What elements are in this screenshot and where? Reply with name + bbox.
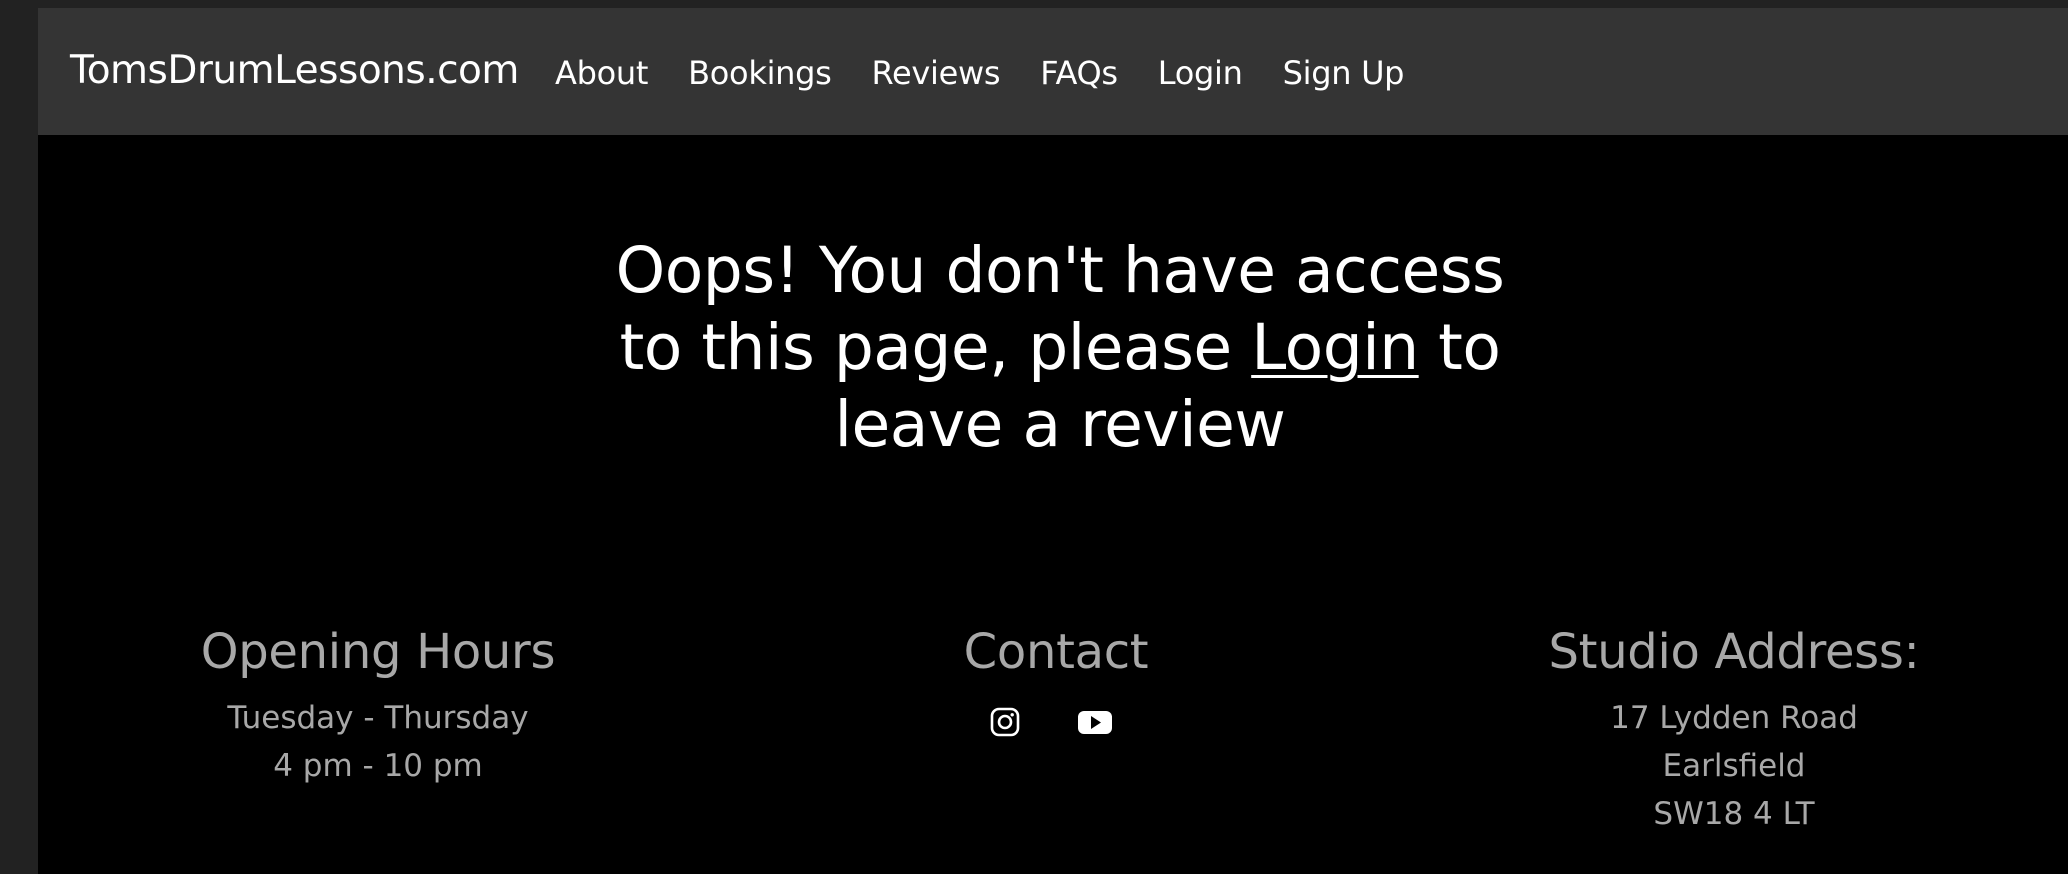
nav-links: About Bookings Reviews FAQs Login Sign U… bbox=[555, 54, 1444, 92]
opening-times: 4 pm - 10 pm bbox=[273, 748, 483, 784]
nav-link-reviews[interactable]: Reviews bbox=[872, 54, 1001, 92]
social-links bbox=[856, 706, 1256, 738]
access-denied-message: Oops! You don't have access to this page… bbox=[560, 232, 1560, 463]
address-area: Earlsfield bbox=[1662, 748, 1806, 784]
nav-link-about[interactable]: About bbox=[555, 54, 648, 92]
page: TomsDrumLessons.com About Bookings Revie… bbox=[0, 0, 2068, 874]
window-left-edge bbox=[0, 0, 38, 874]
youtube-icon[interactable] bbox=[1077, 706, 1112, 738]
opening-days: Tuesday - Thursday bbox=[227, 700, 529, 736]
message-text-before-login: to this page, please bbox=[619, 311, 1252, 384]
nav-link-sign-up[interactable]: Sign Up bbox=[1283, 54, 1405, 92]
message-text-after-login: to bbox=[1418, 311, 1501, 384]
footer-opening-hours: Opening Hours Tuesday - Thursday 4 pm - … bbox=[178, 620, 578, 790]
nav-link-faqs[interactable]: FAQs bbox=[1040, 54, 1118, 92]
message-line-2: to this page, please Login to bbox=[560, 309, 1560, 386]
brand-link[interactable]: TomsDrumLessons.com bbox=[70, 48, 519, 93]
address-postcode: SW18 4 LT bbox=[1653, 796, 1815, 832]
contact-title: Contact bbox=[963, 624, 1149, 680]
opening-hours-title: Opening Hours bbox=[200, 624, 556, 680]
nav-link-bookings[interactable]: Bookings bbox=[688, 54, 832, 92]
footer-studio-address: Studio Address: 17 Lydden Road Earlsfiel… bbox=[1534, 620, 1934, 838]
navbar: TomsDrumLessons.com About Bookings Revie… bbox=[38, 8, 2068, 135]
login-link[interactable]: Login bbox=[1251, 311, 1419, 384]
instagram-icon[interactable] bbox=[989, 706, 1021, 738]
studio-address-title: Studio Address: bbox=[1548, 624, 1920, 680]
footer-contact: Contact bbox=[856, 620, 1256, 738]
message-line-3: leave a review bbox=[834, 388, 1286, 461]
address-street: 17 Lydden Road bbox=[1610, 700, 1858, 736]
message-line-1: Oops! You don't have access bbox=[615, 234, 1505, 307]
nav-link-login[interactable]: Login bbox=[1158, 54, 1243, 92]
window-top-edge bbox=[0, 0, 2068, 8]
